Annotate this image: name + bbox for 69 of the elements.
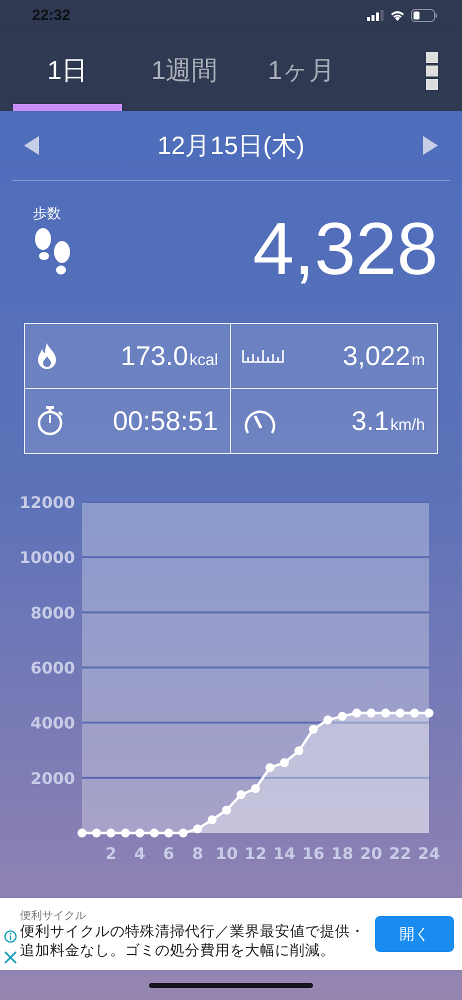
period-tab[interactable]: 1日 xyxy=(13,31,122,111)
data-point xyxy=(106,828,116,838)
close-icon[interactable] xyxy=(4,951,17,964)
x-axis-label: 4 xyxy=(134,844,146,863)
stopwatch-icon xyxy=(36,406,64,436)
next-day-icon[interactable] xyxy=(422,136,438,155)
y-axis-label: 2000 xyxy=(30,768,75,788)
open-button[interactable]: 開く xyxy=(375,916,454,952)
data-point xyxy=(294,746,304,756)
period-tab[interactable]: 1週間 xyxy=(130,31,239,111)
x-axis-label: 20 xyxy=(360,844,382,863)
data-point xyxy=(338,712,347,721)
y-axis-label: 4000 xyxy=(30,714,75,733)
ad-text: 便利サイクルの特殊清掃代行／業界最安値で提供・追加料金なし。ゴミの処分費用を大幅に削減。 xyxy=(20,922,366,960)
info-icon[interactable] xyxy=(4,930,17,943)
stat-value: 3.1 km/h xyxy=(351,406,425,436)
x-axis-label: 18 xyxy=(331,844,354,863)
status-time: 22:32 xyxy=(32,6,70,24)
x-axis-label: 10 xyxy=(215,844,238,863)
advertiser-name: 便利サイクル xyxy=(20,908,87,922)
steps-label: 歩数 xyxy=(33,205,62,223)
signal-icon xyxy=(367,10,384,20)
data-point xyxy=(366,708,376,718)
data-point xyxy=(208,815,217,824)
period-tab[interactable]: 1ヶ月 xyxy=(247,31,356,111)
flame-icon xyxy=(36,343,58,369)
data-point xyxy=(352,708,362,718)
previous-day-icon[interactable] xyxy=(24,136,39,155)
data-point xyxy=(135,828,144,838)
x-axis-label: 14 xyxy=(273,844,296,863)
x-axis-label: 12 xyxy=(244,844,267,863)
x-axis-label: 8 xyxy=(192,844,204,863)
y-axis-label: 10000 xyxy=(19,548,75,568)
data-point xyxy=(265,763,274,772)
step-count: 4,328 xyxy=(252,210,438,288)
wifi-icon xyxy=(390,10,405,20)
y-axis-label: 12000 xyxy=(19,493,75,512)
data-point xyxy=(323,715,332,724)
data-point xyxy=(120,828,130,838)
data-point xyxy=(381,708,390,718)
stat-value: 3,022 m xyxy=(342,340,425,372)
data-point xyxy=(424,708,434,718)
battery-icon xyxy=(411,8,438,22)
y-axis-label: 6000 xyxy=(30,658,75,678)
x-axis-label: 16 xyxy=(302,844,324,863)
x-axis-label: 2 xyxy=(105,844,116,863)
menu-icon[interactable] xyxy=(426,52,438,90)
data-point xyxy=(280,758,289,768)
data-point xyxy=(150,828,159,838)
y-axis-label: 8000 xyxy=(30,603,75,622)
data-point xyxy=(178,828,188,838)
footprints-icon xyxy=(33,228,73,276)
x-axis-label: 6 xyxy=(163,844,174,863)
data-point xyxy=(78,828,86,838)
stat-value: 173.0 kcal xyxy=(120,340,218,372)
data-point xyxy=(251,784,260,794)
stat-value: 00:58:51 xyxy=(112,406,218,436)
data-point xyxy=(222,806,232,815)
data-point xyxy=(308,724,318,734)
data-point xyxy=(164,828,174,838)
x-axis-label: 24 xyxy=(418,844,440,863)
date-label: 12月15日(木) xyxy=(157,131,305,162)
data-point xyxy=(236,790,246,800)
data-point xyxy=(92,828,101,838)
data-point xyxy=(396,708,405,718)
data-point xyxy=(193,824,202,834)
ruler-icon xyxy=(242,349,284,363)
x-axis-label: 22 xyxy=(388,844,412,863)
data-point xyxy=(410,708,420,718)
